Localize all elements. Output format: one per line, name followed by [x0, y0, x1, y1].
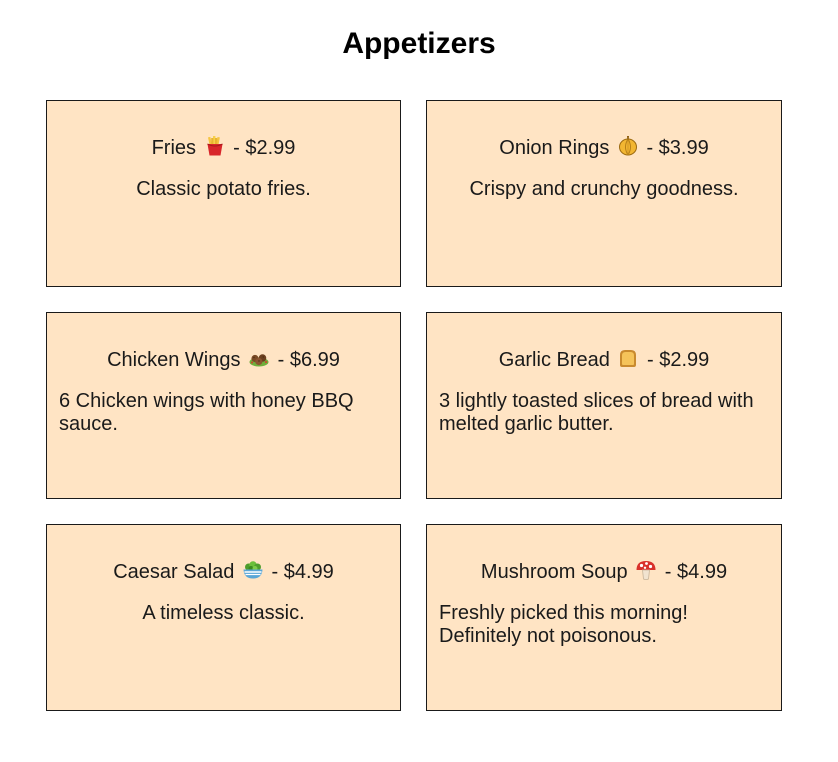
item-description: A timeless classic. — [142, 602, 305, 624]
price-separator: - — [233, 137, 246, 159]
item-price: $6.99 — [289, 349, 340, 371]
fries-icon — [204, 135, 226, 157]
mushroom-icon — [635, 559, 657, 581]
card-title: Onion Rings - $3.99 — [439, 135, 769, 159]
falafel-icon — [248, 347, 270, 369]
price-separator: - — [271, 561, 284, 583]
price-separator: - — [664, 561, 678, 583]
bread-icon — [617, 347, 639, 369]
page-title: Appetizers — [342, 27, 496, 60]
menu-grid: Fries - $2.99 Classic potato fries. Onio… — [46, 100, 782, 711]
card-title: Garlic Bread - $2.99 — [439, 347, 769, 371]
item-price: $2.99 — [659, 349, 710, 371]
salad-icon — [242, 559, 264, 581]
item-name: Fries — [151, 137, 197, 159]
item-price: $4.99 — [677, 561, 728, 583]
menu-card-garlic-bread: Garlic Bread - $2.99 3 lightly toasted s… — [426, 312, 782, 499]
item-name: Caesar Salad — [113, 561, 235, 583]
menu-card-onion-rings: Onion Rings - $3.99 Crispy and crunchy g… — [426, 100, 782, 287]
item-name: Onion Rings — [499, 137, 610, 159]
item-description: Crispy and crunchy goodness. — [469, 178, 739, 200]
item-price: $2.99 — [245, 137, 296, 159]
item-price: $3.99 — [658, 137, 709, 159]
item-description: Freshly picked this morning! Definitely … — [439, 602, 688, 647]
card-title: Fries - $2.99 — [59, 135, 388, 159]
item-description: 3 lightly toasted slices of bread with m… — [439, 390, 754, 435]
onion-icon — [617, 135, 639, 157]
card-title: Caesar Salad - $4.99 — [59, 559, 388, 583]
menu-card-caesar-salad: Caesar Salad - $4.99 A timeless classic. — [46, 524, 401, 711]
card-title: Chicken Wings - $6.99 — [59, 347, 388, 371]
card-title: Mushroom Soup - $4.99 — [439, 559, 769, 583]
item-description: Classic potato fries. — [136, 178, 311, 200]
item-name: Garlic Bread — [498, 349, 610, 371]
price-separator: - — [646, 137, 659, 159]
menu-card-chicken-wings: Chicken Wings - $6.99 6 Chicken wings wi… — [46, 312, 401, 499]
menu-card-fries: Fries - $2.99 Classic potato fries. — [46, 100, 401, 287]
price-separator: - — [647, 349, 660, 371]
item-name: Mushroom Soup — [480, 561, 628, 583]
menu-card-mushroom-soup: Mushroom Soup - $4.99 Freshly picked thi… — [426, 524, 782, 711]
item-description: 6 Chicken wings with honey BBQ sauce. — [59, 390, 354, 435]
price-separator: - — [277, 349, 290, 371]
item-name: Chicken Wings — [107, 349, 241, 371]
item-price: $4.99 — [283, 561, 334, 583]
